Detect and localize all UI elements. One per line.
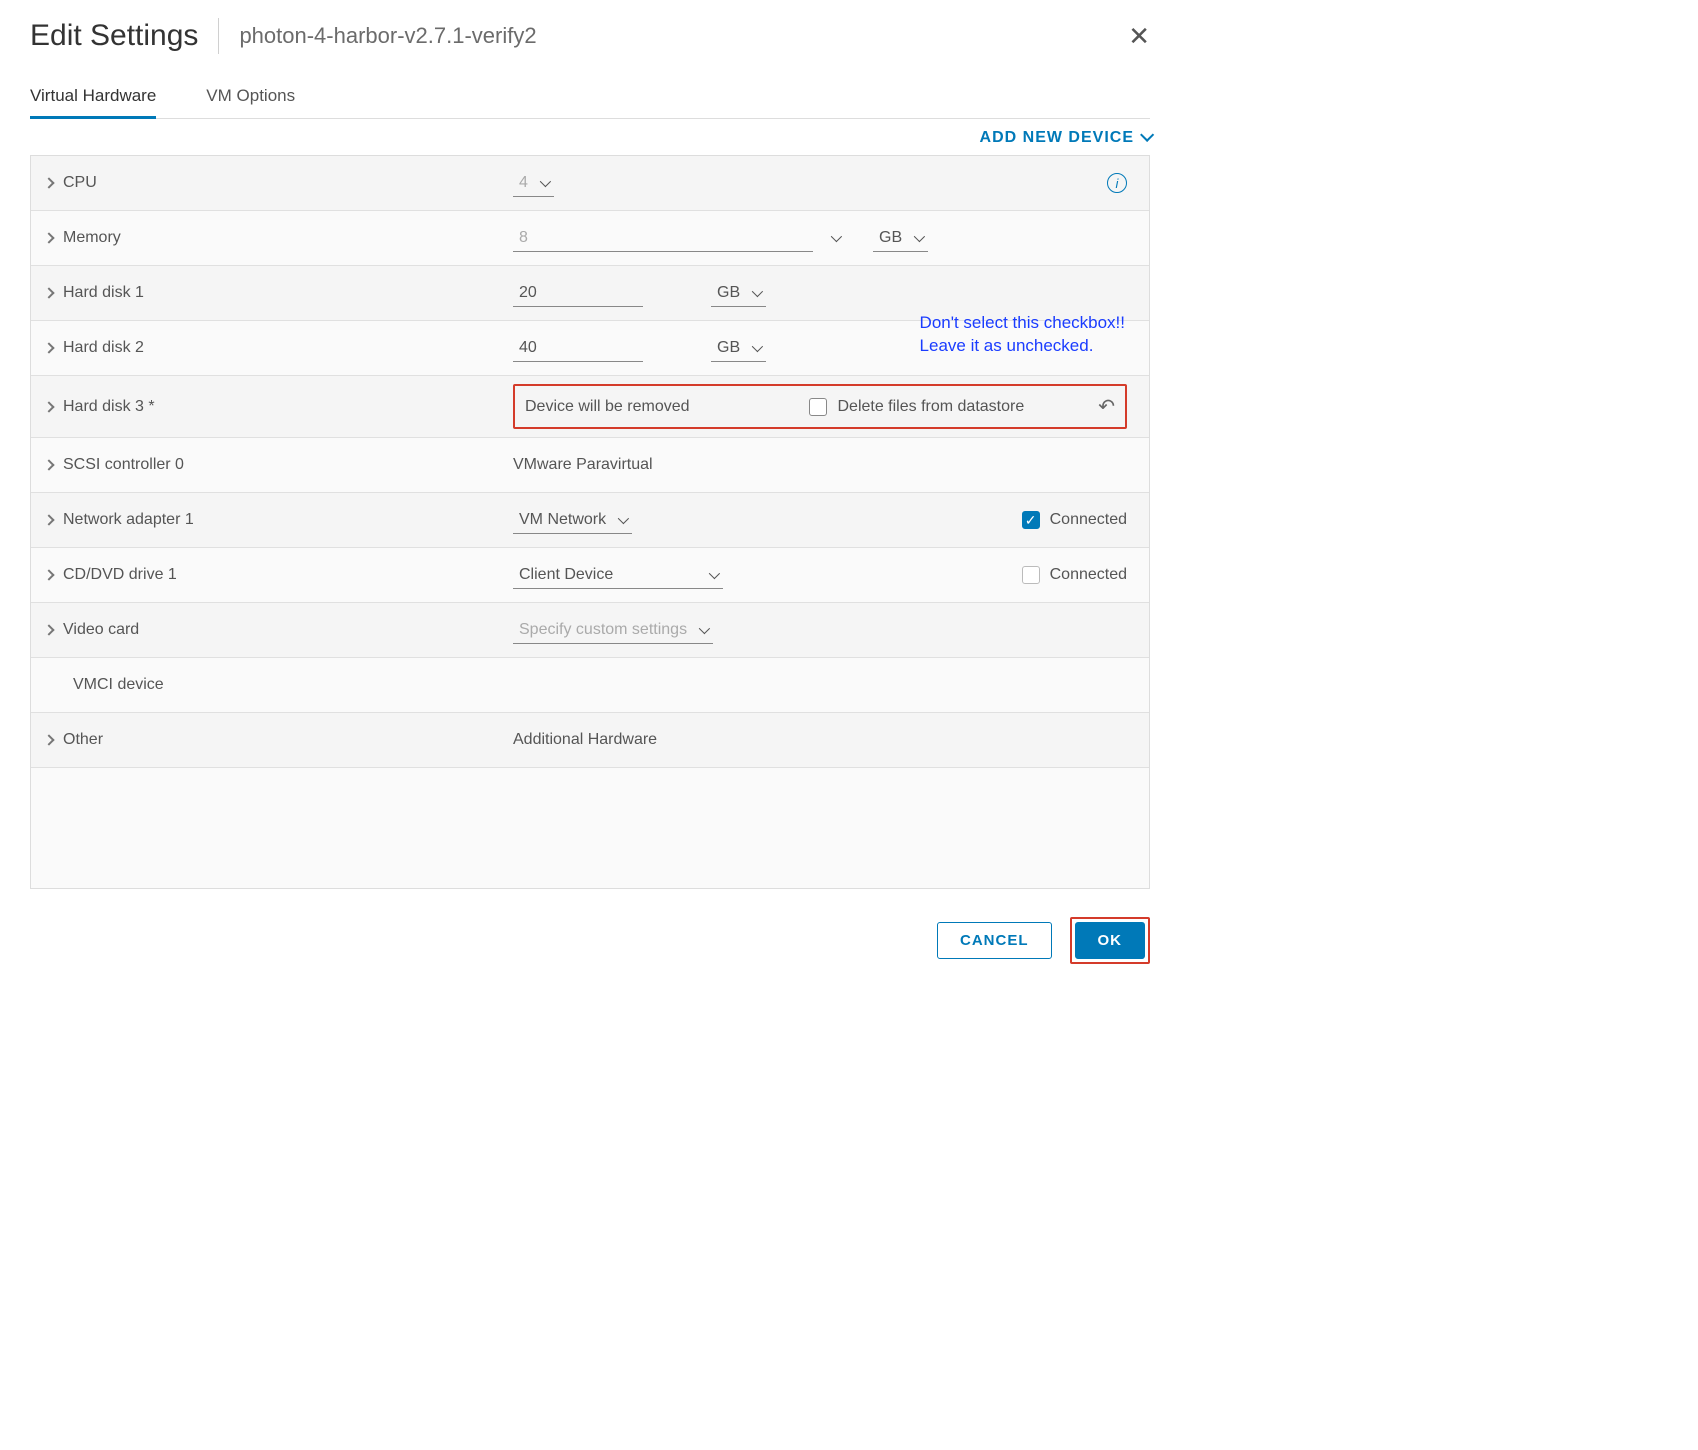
hd1-unit: GB: [717, 284, 740, 302]
chevron-down-icon: [705, 566, 717, 584]
chevron-down-icon: [1140, 129, 1150, 147]
chevron-right-icon[interactable]: [43, 734, 54, 745]
chevron-right-icon[interactable]: [43, 514, 54, 525]
add-new-device-label: ADD NEW DEVICE: [980, 129, 1134, 147]
chevron-right-icon[interactable]: [43, 177, 54, 188]
hd1-unit-select[interactable]: GB: [711, 280, 766, 307]
header-separator: [218, 18, 219, 54]
chevron-right-icon[interactable]: [43, 459, 54, 470]
settings-panel: CPU 4 i Memory GB Hard disk 1: [30, 155, 1150, 889]
network-connected-checkbox[interactable]: [1022, 511, 1040, 529]
video-label: Video card: [63, 621, 139, 639]
cpu-select[interactable]: 4: [513, 170, 554, 197]
empty-space: [31, 768, 1149, 888]
cd-select[interactable]: Client Device: [513, 562, 723, 589]
chevron-down-icon: [827, 229, 839, 247]
vm-name: photon-4-harbor-v2.7.1-verify2: [239, 23, 1108, 49]
memory-unit-select[interactable]: GB: [873, 225, 928, 252]
chevron-right-icon[interactable]: [43, 401, 54, 412]
chevron-right-icon[interactable]: [43, 342, 54, 353]
cancel-button[interactable]: CANCEL: [937, 922, 1052, 959]
row-vmci-device: VMCI device: [31, 658, 1149, 713]
scsi-label: SCSI controller 0: [63, 456, 184, 474]
scsi-value: VMware Paravirtual: [513, 456, 653, 474]
cd-value: Client Device: [519, 566, 613, 584]
hd1-size-input[interactable]: [513, 280, 643, 307]
chevron-right-icon[interactable]: [43, 624, 54, 635]
hd3-label: Hard disk 3 *: [63, 398, 155, 416]
video-value: Specify custom settings: [519, 621, 687, 639]
network-select[interactable]: VM Network: [513, 507, 632, 534]
ok-button[interactable]: OK: [1075, 922, 1146, 959]
row-other: Other Additional Hardware: [31, 713, 1149, 768]
dialog-footer: CANCEL OK: [30, 917, 1150, 964]
cpu-value: 4: [519, 174, 528, 192]
cd-connected-label: Connected: [1050, 566, 1127, 584]
row-memory: Memory GB: [31, 211, 1149, 266]
info-icon[interactable]: i: [1107, 173, 1127, 193]
close-icon[interactable]: ✕: [1128, 23, 1150, 49]
row-cd-dvd-drive-1: CD/DVD drive 1 Client Device Connected: [31, 548, 1149, 603]
tab-vm-options[interactable]: VM Options: [206, 78, 295, 118]
memory-unit: GB: [879, 229, 902, 247]
chevron-right-icon[interactable]: [43, 232, 54, 243]
other-label: Other: [63, 731, 103, 749]
hd2-unit-select[interactable]: GB: [711, 335, 766, 362]
hd2-label: Hard disk 2: [63, 339, 144, 357]
row-video-card: Video card Specify custom settings: [31, 603, 1149, 658]
memory-input[interactable]: [513, 225, 813, 252]
network-connected-label: Connected: [1050, 511, 1127, 529]
chevron-right-icon[interactable]: [43, 569, 54, 580]
memory-label: Memory: [63, 229, 121, 247]
row-hard-disk-1: Hard disk 1 GB: [31, 266, 1149, 321]
hd1-label: Hard disk 1: [63, 284, 144, 302]
cd-label: CD/DVD drive 1: [63, 566, 177, 584]
dialog-header: Edit Settings photon-4-harbor-v2.7.1-ver…: [30, 18, 1150, 54]
chevron-right-icon[interactable]: [43, 287, 54, 298]
add-new-device-button[interactable]: ADD NEW DEVICE: [980, 129, 1150, 147]
dialog-title: Edit Settings: [30, 19, 198, 53]
chevron-down-icon: [614, 511, 626, 529]
row-network-adapter-1: Network adapter 1 VM Network Connected: [31, 493, 1149, 548]
chevron-down-icon: [748, 284, 760, 302]
network-value: VM Network: [519, 511, 606, 529]
chevron-down-icon: [748, 339, 760, 357]
chevron-down-icon: [910, 229, 922, 247]
row-hard-disk-2: Hard disk 2 GB: [31, 321, 1149, 376]
ok-highlight: OK: [1070, 917, 1151, 964]
row-hard-disk-3: Don't select this checkbox!! Leave it as…: [31, 376, 1149, 438]
chevron-down-icon: [536, 174, 548, 192]
chevron-down-icon: [695, 621, 707, 639]
undo-icon[interactable]: ↶: [1098, 394, 1115, 419]
net-label: Network adapter 1: [63, 511, 194, 529]
hd3-status: Device will be removed: [525, 398, 690, 416]
row-scsi-controller-0: SCSI controller 0 VMware Paravirtual: [31, 438, 1149, 493]
cd-connected-checkbox: [1022, 566, 1040, 584]
hd2-unit: GB: [717, 339, 740, 357]
other-value: Additional Hardware: [513, 731, 657, 749]
cpu-label: CPU: [63, 174, 97, 192]
delete-files-checkbox[interactable]: [809, 398, 827, 416]
tab-virtual-hardware[interactable]: Virtual Hardware: [30, 78, 156, 119]
row-cpu: CPU 4 i: [31, 156, 1149, 211]
video-select[interactable]: Specify custom settings: [513, 617, 713, 644]
tab-bar: Virtual Hardware VM Options: [30, 78, 1150, 119]
hd2-size-input[interactable]: [513, 335, 643, 362]
delete-files-label: Delete files from datastore: [837, 398, 1024, 416]
vmci-label: VMCI device: [73, 676, 164, 694]
